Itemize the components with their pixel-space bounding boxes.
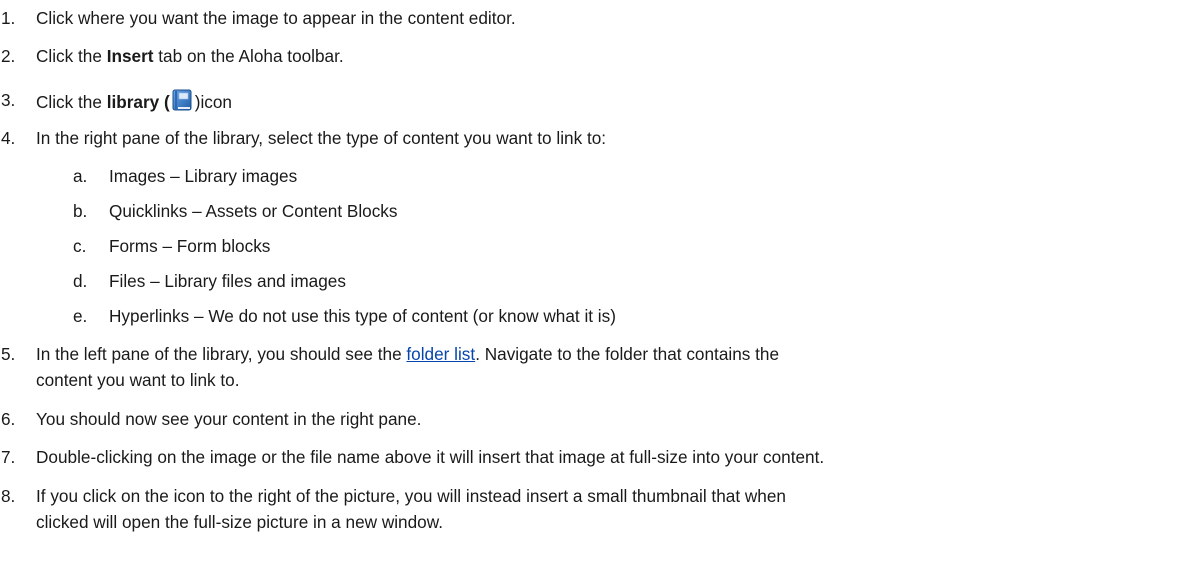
step-text-post: tab on the Aloha toolbar. bbox=[153, 46, 344, 66]
step-text: You should now see your content in the r… bbox=[36, 409, 422, 429]
substep-letter: e. bbox=[73, 306, 88, 326]
step-text-continuation: clicked will open the full-size picture … bbox=[36, 512, 443, 532]
library-book-icon bbox=[172, 89, 192, 111]
step-text-pre: Click the bbox=[36, 92, 107, 112]
step-text-post: )icon bbox=[194, 92, 232, 112]
step-number: 2. bbox=[1, 46, 16, 66]
substep-letter: d. bbox=[73, 271, 88, 291]
insert-tab-label: Insert bbox=[106, 46, 154, 66]
step-number: 5. bbox=[1, 344, 16, 364]
substep-letter: a. bbox=[73, 166, 88, 186]
step-text-continuation: content you want to link to. bbox=[36, 370, 240, 390]
step-text: Click where you want the image to appear… bbox=[36, 8, 516, 28]
step-text-pre: Click the bbox=[36, 46, 107, 66]
step-text: If you click on the icon to the right of… bbox=[36, 486, 786, 506]
substep-letter: c. bbox=[73, 236, 87, 256]
step-number: 7. bbox=[1, 447, 16, 467]
instruction-document: 1. Click where you want the image to app… bbox=[0, 0, 1202, 578]
step-number: 4. bbox=[1, 128, 16, 148]
substep-text: Hyperlinks – We do not use this type of … bbox=[109, 306, 616, 326]
substep-letter: b. bbox=[73, 201, 88, 221]
step-number: 6. bbox=[1, 409, 16, 429]
folder-list-link[interactable]: folder list bbox=[406, 344, 475, 364]
library-label: library ( bbox=[106, 92, 170, 112]
step-text: Click the Insert tab on the Aloha toolba… bbox=[36, 45, 344, 67]
substep-text: Images – Library images bbox=[109, 166, 298, 186]
step-text: In the right pane of the library, select… bbox=[36, 128, 607, 148]
step-number: 8. bbox=[1, 486, 16, 506]
step-number: 3. bbox=[1, 90, 16, 110]
step-text-post: . Navigate to the folder that contains t… bbox=[475, 344, 780, 364]
substep-text: Files – Library files and images bbox=[109, 271, 346, 291]
step-number: 1. bbox=[1, 8, 16, 28]
substep-text: Forms – Form blocks bbox=[109, 236, 271, 256]
step-text: Double-clicking on the image or the file… bbox=[36, 447, 825, 467]
substep-text: Quicklinks – Assets or Content Blocks bbox=[109, 201, 398, 221]
step-text: Click the library ( )icon bbox=[36, 89, 232, 113]
step-text: In the left pane of the library, you sho… bbox=[36, 343, 779, 365]
step-text-pre: In the left pane of the library, you sho… bbox=[36, 344, 407, 364]
